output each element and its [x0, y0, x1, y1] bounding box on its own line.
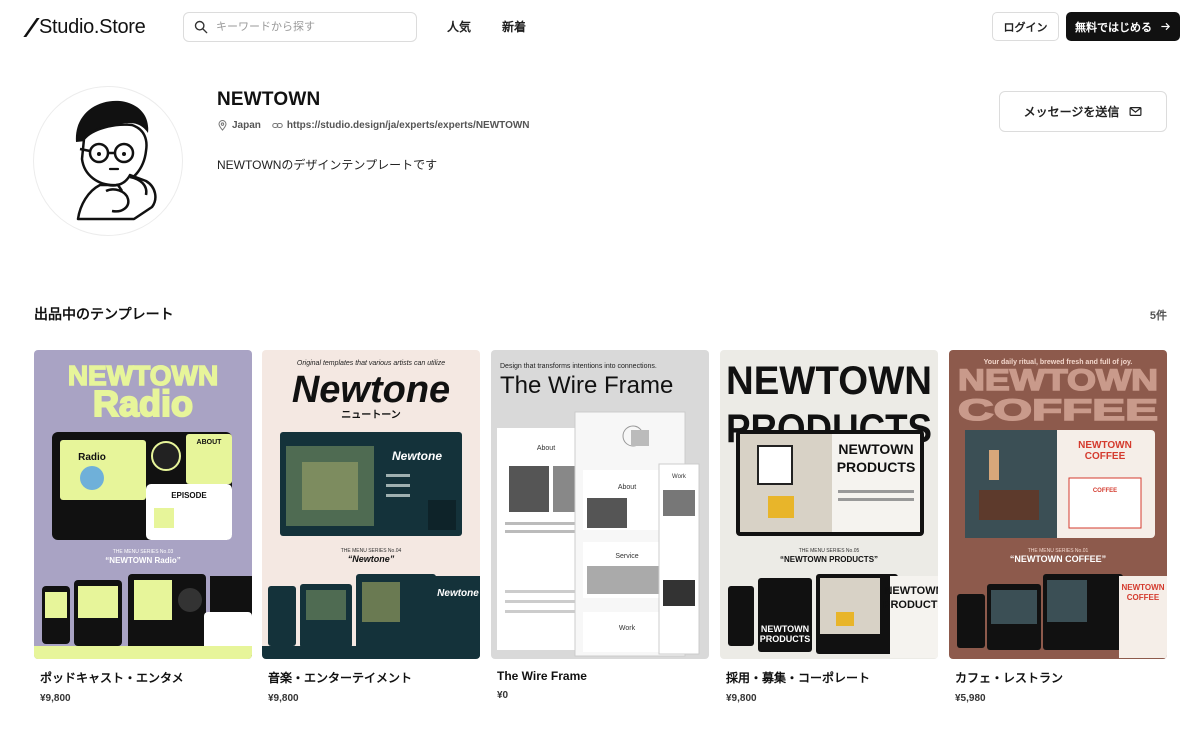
- products-thumb-mini-line2: PRODUCTS: [760, 634, 811, 644]
- studio-store-logo[interactable]: Studio.Store: [23, 14, 146, 40]
- wire-thumb-about: About: [618, 484, 636, 491]
- template-card[interactable]: Design that transforms intentions into c…: [491, 350, 709, 701]
- newtone-thumb-corner-logo: Newtone: [437, 588, 479, 599]
- radio-thumb-series: THE MENU SERIES No.03: [113, 549, 174, 555]
- products-thumb-panel-line1: NEWTOWN: [838, 441, 913, 457]
- search-input[interactable]: [216, 21, 406, 33]
- profile-name: NEWTOWN: [217, 89, 321, 110]
- top-header: Studio.Store 人気 新着 ログイン 無料ではじめる: [0, 0, 1200, 54]
- template-card[interactable]: Your daily ritual, brewed fresh and full…: [949, 350, 1167, 704]
- newtone-thumb-panel-logo: Newtone: [392, 449, 442, 463]
- newtone-thumb-sub: ニュートーン: [341, 409, 401, 421]
- template-thumbnail-coffee[interactable]: Your daily ritual, brewed fresh and full…: [949, 350, 1167, 659]
- radio-thumb-caption: “NEWTOWN Radio”: [105, 556, 180, 565]
- wire-thumb-work: Work: [619, 625, 636, 632]
- products-thumb-corner-line2: PRODUCTS: [883, 599, 938, 611]
- template-title[interactable]: 採用・募集・コーポレート: [720, 669, 938, 686]
- wire-thumb-work-right: Work: [672, 474, 687, 480]
- wire-thumb-heading: The Wire Frame: [500, 372, 673, 399]
- template-price: ¥9,800: [268, 693, 299, 704]
- template-title[interactable]: 音楽・エンターテイメント: [262, 669, 480, 686]
- template-card[interactable]: NEWTOWN PRODUCTS NEWTOWN PRODUCTS THE ME…: [720, 350, 938, 704]
- template-title[interactable]: カフェ・レストラン: [949, 669, 1167, 686]
- nav-new[interactable]: 新着: [502, 18, 526, 35]
- wire-thumb-about-left: About: [537, 445, 555, 452]
- login-button[interactable]: ログイン: [992, 12, 1059, 41]
- coffee-thumb-label: COFFEE: [1093, 488, 1117, 494]
- coffee-thumb-line2: COFFEE: [958, 394, 1158, 427]
- coffee-thumb-caption: “NEWTOWN COFFEE”: [1010, 554, 1106, 564]
- location-pin-icon: [218, 120, 227, 131]
- products-thumb-caption: “NEWTOWN PRODUCTS”: [780, 555, 878, 564]
- templates-count: 5件: [1149, 310, 1167, 322]
- logo-text: Studio.Store: [39, 15, 146, 38]
- coffee-thumb-line1: NEWTOWN: [958, 364, 1158, 397]
- templates-section-title: 出品中のテンプレート: [34, 306, 174, 322]
- template-title[interactable]: ポッドキャスト・エンタメ: [34, 669, 252, 686]
- nav-popular[interactable]: 人気: [447, 18, 471, 35]
- start-free-button[interactable]: 無料ではじめる: [1066, 12, 1180, 41]
- send-message-label: メッセージを送信: [1023, 105, 1120, 119]
- profile-url-text[interactable]: https://studio.design/ja/experts/experts…: [287, 120, 530, 131]
- coffee-thumb-corner-line2: COFFEE: [1127, 593, 1160, 602]
- template-card[interactable]: NEWTOWN Radio Radio ABOUT EPISODE THE ME…: [34, 350, 252, 704]
- newtone-thumb-logo: Newtone: [292, 369, 450, 411]
- avatar-illustration: [75, 100, 157, 221]
- radio-thumb-about: ABOUT: [197, 439, 223, 446]
- profile-meta: Japan https://studio.design/ja/experts/e…: [217, 120, 541, 131]
- template-price: ¥9,800: [726, 693, 757, 704]
- search-box[interactable]: [183, 12, 417, 42]
- products-thumb-line1: NEWTOWN: [726, 359, 932, 403]
- start-free-label: 無料ではじめる: [1075, 21, 1152, 34]
- products-thumb-panel-line2: PRODUCTS: [837, 459, 916, 475]
- template-thumbnail-wireframe[interactable]: Design that transforms intentions into c…: [491, 350, 709, 659]
- coffee-thumb-corner-line1: NEWTOWN: [1122, 583, 1165, 592]
- profile-bio: NEWTOWNのデザインテンプレートです: [217, 158, 438, 172]
- template-title[interactable]: The Wire Frame: [491, 669, 709, 683]
- profile-avatar: [33, 86, 183, 236]
- coffee-thumb-panel-line2: COFFEE: [1085, 451, 1126, 462]
- products-thumb-corner-line1: NEWTOWN: [884, 585, 938, 597]
- products-thumb-mini-line1: NEWTOWN: [761, 624, 809, 634]
- radio-thumb-panel-title: Radio: [78, 452, 106, 463]
- link-icon: [272, 122, 283, 129]
- template-thumbnail-products[interactable]: NEWTOWN PRODUCTS NEWTOWN PRODUCTS THE ME…: [720, 350, 938, 659]
- send-message-button[interactable]: メッセージを送信: [999, 91, 1167, 132]
- logo-slash-icon: [23, 17, 40, 37]
- newtone-thumb-tagline: Original templates that various artists …: [297, 360, 445, 367]
- template-thumbnail-radio[interactable]: NEWTOWN Radio Radio ABOUT EPISODE THE ME…: [34, 350, 252, 659]
- radio-thumb-line2: Radio: [93, 383, 193, 424]
- profile-location-text: Japan: [232, 120, 261, 131]
- products-thumb-series: THE MENU SERIES No.05: [799, 548, 860, 554]
- radio-thumb-episode: EPISODE: [171, 491, 207, 500]
- search-icon: [194, 20, 208, 34]
- template-price: ¥9,800: [40, 693, 71, 704]
- arrow-right-icon: [1161, 22, 1171, 31]
- wire-thumb-service: Service: [615, 553, 638, 560]
- coffee-thumb-panel-line1: NEWTOWN: [1078, 440, 1132, 451]
- profile-location: Japan: [217, 120, 261, 131]
- template-thumbnail-newtone[interactable]: Original templates that various artists …: [262, 350, 480, 659]
- template-price: ¥0: [497, 690, 509, 701]
- template-price: ¥5,980: [955, 693, 986, 704]
- template-card[interactable]: Original templates that various artists …: [262, 350, 480, 704]
- newtone-thumb-caption: “Newtone”: [348, 554, 395, 564]
- wire-thumb-tagline: Design that transforms intentions into c…: [500, 363, 657, 370]
- mail-icon: [1129, 106, 1142, 117]
- profile-link[interactable]: https://studio.design/ja/experts/experts…: [272, 120, 530, 131]
